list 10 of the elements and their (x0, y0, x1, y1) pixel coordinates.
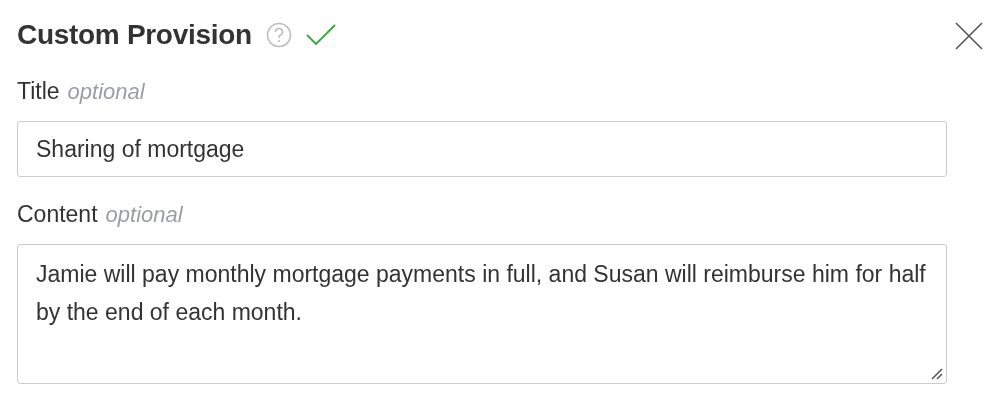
dialog-title: Custom Provision (17, 19, 252, 51)
field-label: Title (17, 78, 60, 105)
field-label: Content (17, 201, 98, 228)
resize-handle-icon[interactable] (931, 368, 943, 380)
title-input[interactable]: Sharing of mortgage (17, 121, 947, 177)
content-textarea[interactable]: Jamie will pay monthly mortgage payments in full, and Susan will reimburse him for half by the end of each month. (17, 244, 947, 384)
optional-hint: optional (67, 79, 145, 105)
checkmark-icon (305, 24, 336, 46)
close-icon[interactable] (955, 22, 983, 50)
optional-hint: optional (105, 202, 183, 228)
